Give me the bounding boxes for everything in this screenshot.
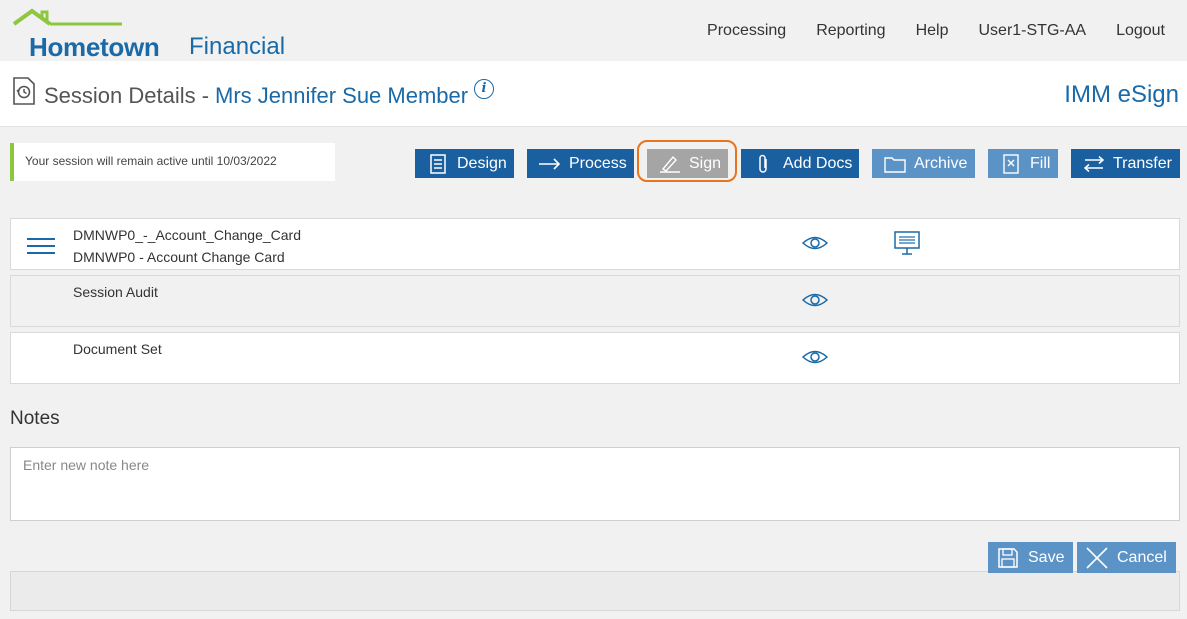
document-file-name: DMNWP0_-_Account_Change_Card (73, 227, 301, 243)
nav-processing[interactable]: Processing (707, 22, 786, 40)
eye-icon[interactable] (801, 348, 829, 366)
menu-icon[interactable] (27, 238, 55, 254)
nav-logout[interactable]: Logout (1116, 22, 1165, 40)
notes-input[interactable] (10, 447, 1180, 521)
notes-heading: Notes (10, 408, 60, 429)
document-row[interactable]: DMNWP0_-_Account_Change_Card DMNWP0 - Ac… (10, 218, 1180, 270)
transfer-arrows-icon (1083, 154, 1105, 174)
session-notice: Your session will remain active until 10… (10, 143, 335, 181)
fill-button[interactable]: Fill (988, 149, 1058, 178)
hometown-financial-logo[interactable]: Hometown Financial (12, 8, 292, 62)
nav-help[interactable]: Help (916, 22, 949, 40)
fill-form-icon (1000, 153, 1022, 174)
sign-highlight-outline (637, 140, 737, 182)
archive-label: Archive (914, 154, 968, 172)
nav-user-menu[interactable]: User1-STG-AA (978, 22, 1086, 40)
save-disk-icon (996, 546, 1020, 570)
eye-icon[interactable] (801, 234, 829, 252)
brand-name-bold: Hometown (29, 32, 160, 62)
fill-label: Fill (1030, 154, 1051, 172)
info-icon[interactable]: i (474, 79, 494, 99)
eye-icon[interactable] (801, 291, 829, 309)
save-button[interactable]: Save (988, 542, 1073, 573)
session-history-icon (13, 77, 35, 105)
brand-name-light: Financial (189, 33, 286, 60)
transfer-button[interactable]: Transfer (1071, 149, 1180, 178)
app-name: IMM eSign (1064, 81, 1179, 108)
cancel-button[interactable]: Cancel (1077, 542, 1176, 573)
design-button[interactable]: Design (415, 149, 514, 178)
process-label: Process (569, 154, 627, 172)
page-title: Session Details - (44, 83, 210, 108)
add-docs-button[interactable]: Add Docs (741, 149, 859, 178)
nav-reporting[interactable]: Reporting (816, 22, 885, 40)
add-docs-label: Add Docs (783, 154, 853, 172)
save-label: Save (1028, 548, 1065, 566)
document-row[interactable]: Document Set (10, 332, 1180, 384)
document-list-icon (427, 153, 449, 174)
document-title: DMNWP0 - Account Change Card (73, 249, 285, 265)
close-icon (1085, 546, 1109, 570)
process-button[interactable]: Process (527, 149, 634, 178)
transfer-label: Transfer (1113, 154, 1172, 172)
folder-icon (884, 154, 906, 174)
document-title: Session Audit (73, 284, 158, 300)
design-label: Design (457, 154, 507, 172)
member-name: Mrs Jennifer Sue Member (215, 83, 469, 108)
cancel-label: Cancel (1117, 548, 1167, 566)
archive-button[interactable]: Archive (872, 149, 975, 178)
document-row[interactable]: Session Audit (10, 275, 1180, 327)
document-title: Document Set (73, 341, 162, 357)
main-nav: Processing Reporting Help User1-STG-AA L… (677, 22, 1165, 40)
title-bar: Session Details - Mrs Jennifer Sue Membe… (0, 61, 1187, 127)
arrow-right-icon (539, 154, 561, 174)
footer-bar (10, 571, 1180, 611)
top-bar: Hometown Financial Processing Reporting … (0, 0, 1187, 62)
paperclip-icon (753, 154, 775, 174)
signing-station-icon[interactable] (893, 230, 921, 256)
